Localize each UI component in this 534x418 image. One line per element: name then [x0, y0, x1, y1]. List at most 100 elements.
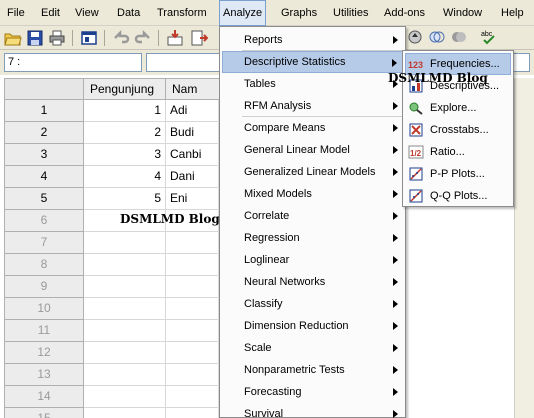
row-header[interactable]: 15 [4, 408, 84, 418]
use-sets-icon[interactable] [428, 28, 446, 46]
menu-analyze[interactable]: Analyze [219, 0, 267, 26]
cell-pengunjung[interactable] [84, 386, 166, 408]
row-header[interactable]: 9 [4, 276, 84, 298]
cell-pengunjung[interactable] [84, 408, 166, 418]
menu-item-reports[interactable]: Reports [222, 29, 403, 51]
menu-item-regression[interactable]: Regression [222, 227, 403, 249]
row-header[interactable]: 7 [4, 232, 84, 254]
open-folder-icon[interactable] [4, 29, 22, 47]
cell-nama[interactable]: Canbi [166, 144, 219, 166]
column-header-pengunjung[interactable]: Pengunjung [84, 78, 166, 100]
cell-pengunjung[interactable] [84, 276, 166, 298]
cell-nama[interactable]: Eni [166, 188, 219, 210]
cell-pengunjung[interactable] [84, 298, 166, 320]
dialog-recall-icon[interactable] [80, 29, 98, 47]
menu-item-nonparametric-tests[interactable]: Nonparametric Tests [222, 359, 403, 381]
row-header[interactable]: 6 [4, 210, 84, 232]
menu-item-scale[interactable]: Scale [222, 337, 403, 359]
cell-nama[interactable] [166, 320, 219, 342]
menu-window[interactable]: Window [440, 0, 485, 26]
spell-check-icon[interactable]: abc [480, 28, 498, 46]
cell-pengunjung[interactable] [84, 320, 166, 342]
cell-name-box[interactable]: 7 : [4, 53, 142, 72]
menu-item-forecasting[interactable]: Forecasting [222, 381, 403, 403]
menu-item-loglinear[interactable]: Loglinear [222, 249, 403, 271]
goto-variable-icon[interactable] [190, 29, 208, 47]
column-header-nama[interactable]: Nam [166, 78, 226, 100]
svg-text:1/2: 1/2 [410, 149, 422, 158]
row-header[interactable]: 13 [4, 364, 84, 386]
cell-nama[interactable] [166, 408, 219, 418]
submenu-item-label: Crosstabs... [430, 124, 489, 136]
row-header[interactable]: 5 [4, 188, 84, 210]
watermark-text: DSMLMD Blog [120, 212, 220, 226]
cell-nama[interactable]: Budi [166, 122, 219, 144]
value-labels-icon[interactable] [406, 28, 424, 46]
submenu-item-explore[interactable]: Explore... [405, 97, 511, 119]
row-header[interactable]: 11 [4, 320, 84, 342]
cell-pengunjung[interactable]: 2 [84, 122, 166, 144]
menu-item-mixed-models[interactable]: Mixed Models [222, 183, 403, 205]
cell-pengunjung[interactable]: 3 [84, 144, 166, 166]
menu-item-label: Classify [244, 298, 283, 310]
menu-item-generalized-linear-models[interactable]: Generalized Linear Models [222, 161, 403, 183]
print-icon[interactable] [48, 29, 66, 47]
menu-item-compare-means[interactable]: Compare Means [222, 117, 403, 139]
menu-item-label: Regression [244, 232, 300, 244]
menu-utilities[interactable]: Utilities [330, 0, 371, 26]
menu-item-general-linear-model[interactable]: General Linear Model [222, 139, 403, 161]
submenu-item-ratio[interactable]: 1/2 Ratio... [405, 141, 511, 163]
show-all-variables-icon[interactable] [450, 28, 468, 46]
cell-pengunjung[interactable] [84, 364, 166, 386]
menu-edit[interactable]: Edit [38, 0, 63, 26]
cell-pengunjung[interactable]: 1 [84, 100, 166, 122]
cell-pengunjung[interactable]: 5 [84, 188, 166, 210]
redo-icon[interactable] [134, 29, 152, 47]
submenu-item-qq-plots[interactable]: Q-Q Plots... [405, 185, 511, 207]
menu-item-dimension-reduction[interactable]: Dimension Reduction [222, 315, 403, 337]
cell-nama[interactable] [166, 232, 219, 254]
submenu-item-pp-plots[interactable]: P-P Plots... [405, 163, 511, 185]
row-header[interactable]: 10 [4, 298, 84, 320]
menu-item-neural-networks[interactable]: Neural Networks [222, 271, 403, 293]
row-header[interactable]: 1 [4, 100, 84, 122]
menu-graphs[interactable]: Graphs [278, 0, 320, 26]
menu-item-classify[interactable]: Classify [222, 293, 403, 315]
cell-nama[interactable] [166, 298, 219, 320]
undo-icon[interactable] [112, 29, 130, 47]
vertical-scrollbar[interactable] [514, 78, 534, 418]
menu-view[interactable]: View [72, 0, 102, 26]
cell-nama[interactable] [166, 276, 219, 298]
menu-item-survival[interactable]: Survival [222, 403, 403, 418]
cell-nama[interactable] [166, 342, 219, 364]
cell-nama[interactable] [166, 386, 219, 408]
menu-data[interactable]: Data [114, 0, 143, 26]
menu-transform[interactable]: Transform [154, 0, 210, 26]
row-header[interactable]: 12 [4, 342, 84, 364]
cell-pengunjung[interactable]: 4 [84, 166, 166, 188]
cell-nama[interactable] [166, 364, 219, 386]
cell-pengunjung[interactable] [84, 254, 166, 276]
row-header[interactable]: 2 [4, 122, 84, 144]
cell-nama[interactable]: Dani [166, 166, 219, 188]
cell-pengunjung[interactable] [84, 342, 166, 364]
goto-case-icon[interactable] [166, 29, 184, 47]
row-header[interactable]: 14 [4, 386, 84, 408]
cell-pengunjung[interactable] [84, 232, 166, 254]
cell-nama[interactable] [166, 254, 219, 276]
menu-item-rfm-analysis[interactable]: RFM Analysis [222, 95, 403, 117]
row-header[interactable]: 3 [4, 144, 84, 166]
row-header[interactable]: 4 [4, 166, 84, 188]
grid-corner[interactable] [4, 78, 84, 100]
submenu-item-crosstabs[interactable]: Crosstabs... [405, 119, 511, 141]
toolbar-separator [72, 30, 73, 46]
menu-addons[interactable]: Add-ons [381, 0, 428, 26]
row-header[interactable]: 8 [4, 254, 84, 276]
menu-item-descriptive-statistics[interactable]: Descriptive Statistics [222, 51, 403, 73]
menu-item-correlate[interactable]: Correlate [222, 205, 403, 227]
save-icon[interactable] [26, 29, 44, 47]
menu-help[interactable]: Help [498, 0, 527, 26]
cell-nama[interactable]: Adi [166, 100, 219, 122]
menu-file[interactable]: File [4, 0, 28, 26]
menu-item-tables[interactable]: Tables [222, 73, 403, 95]
